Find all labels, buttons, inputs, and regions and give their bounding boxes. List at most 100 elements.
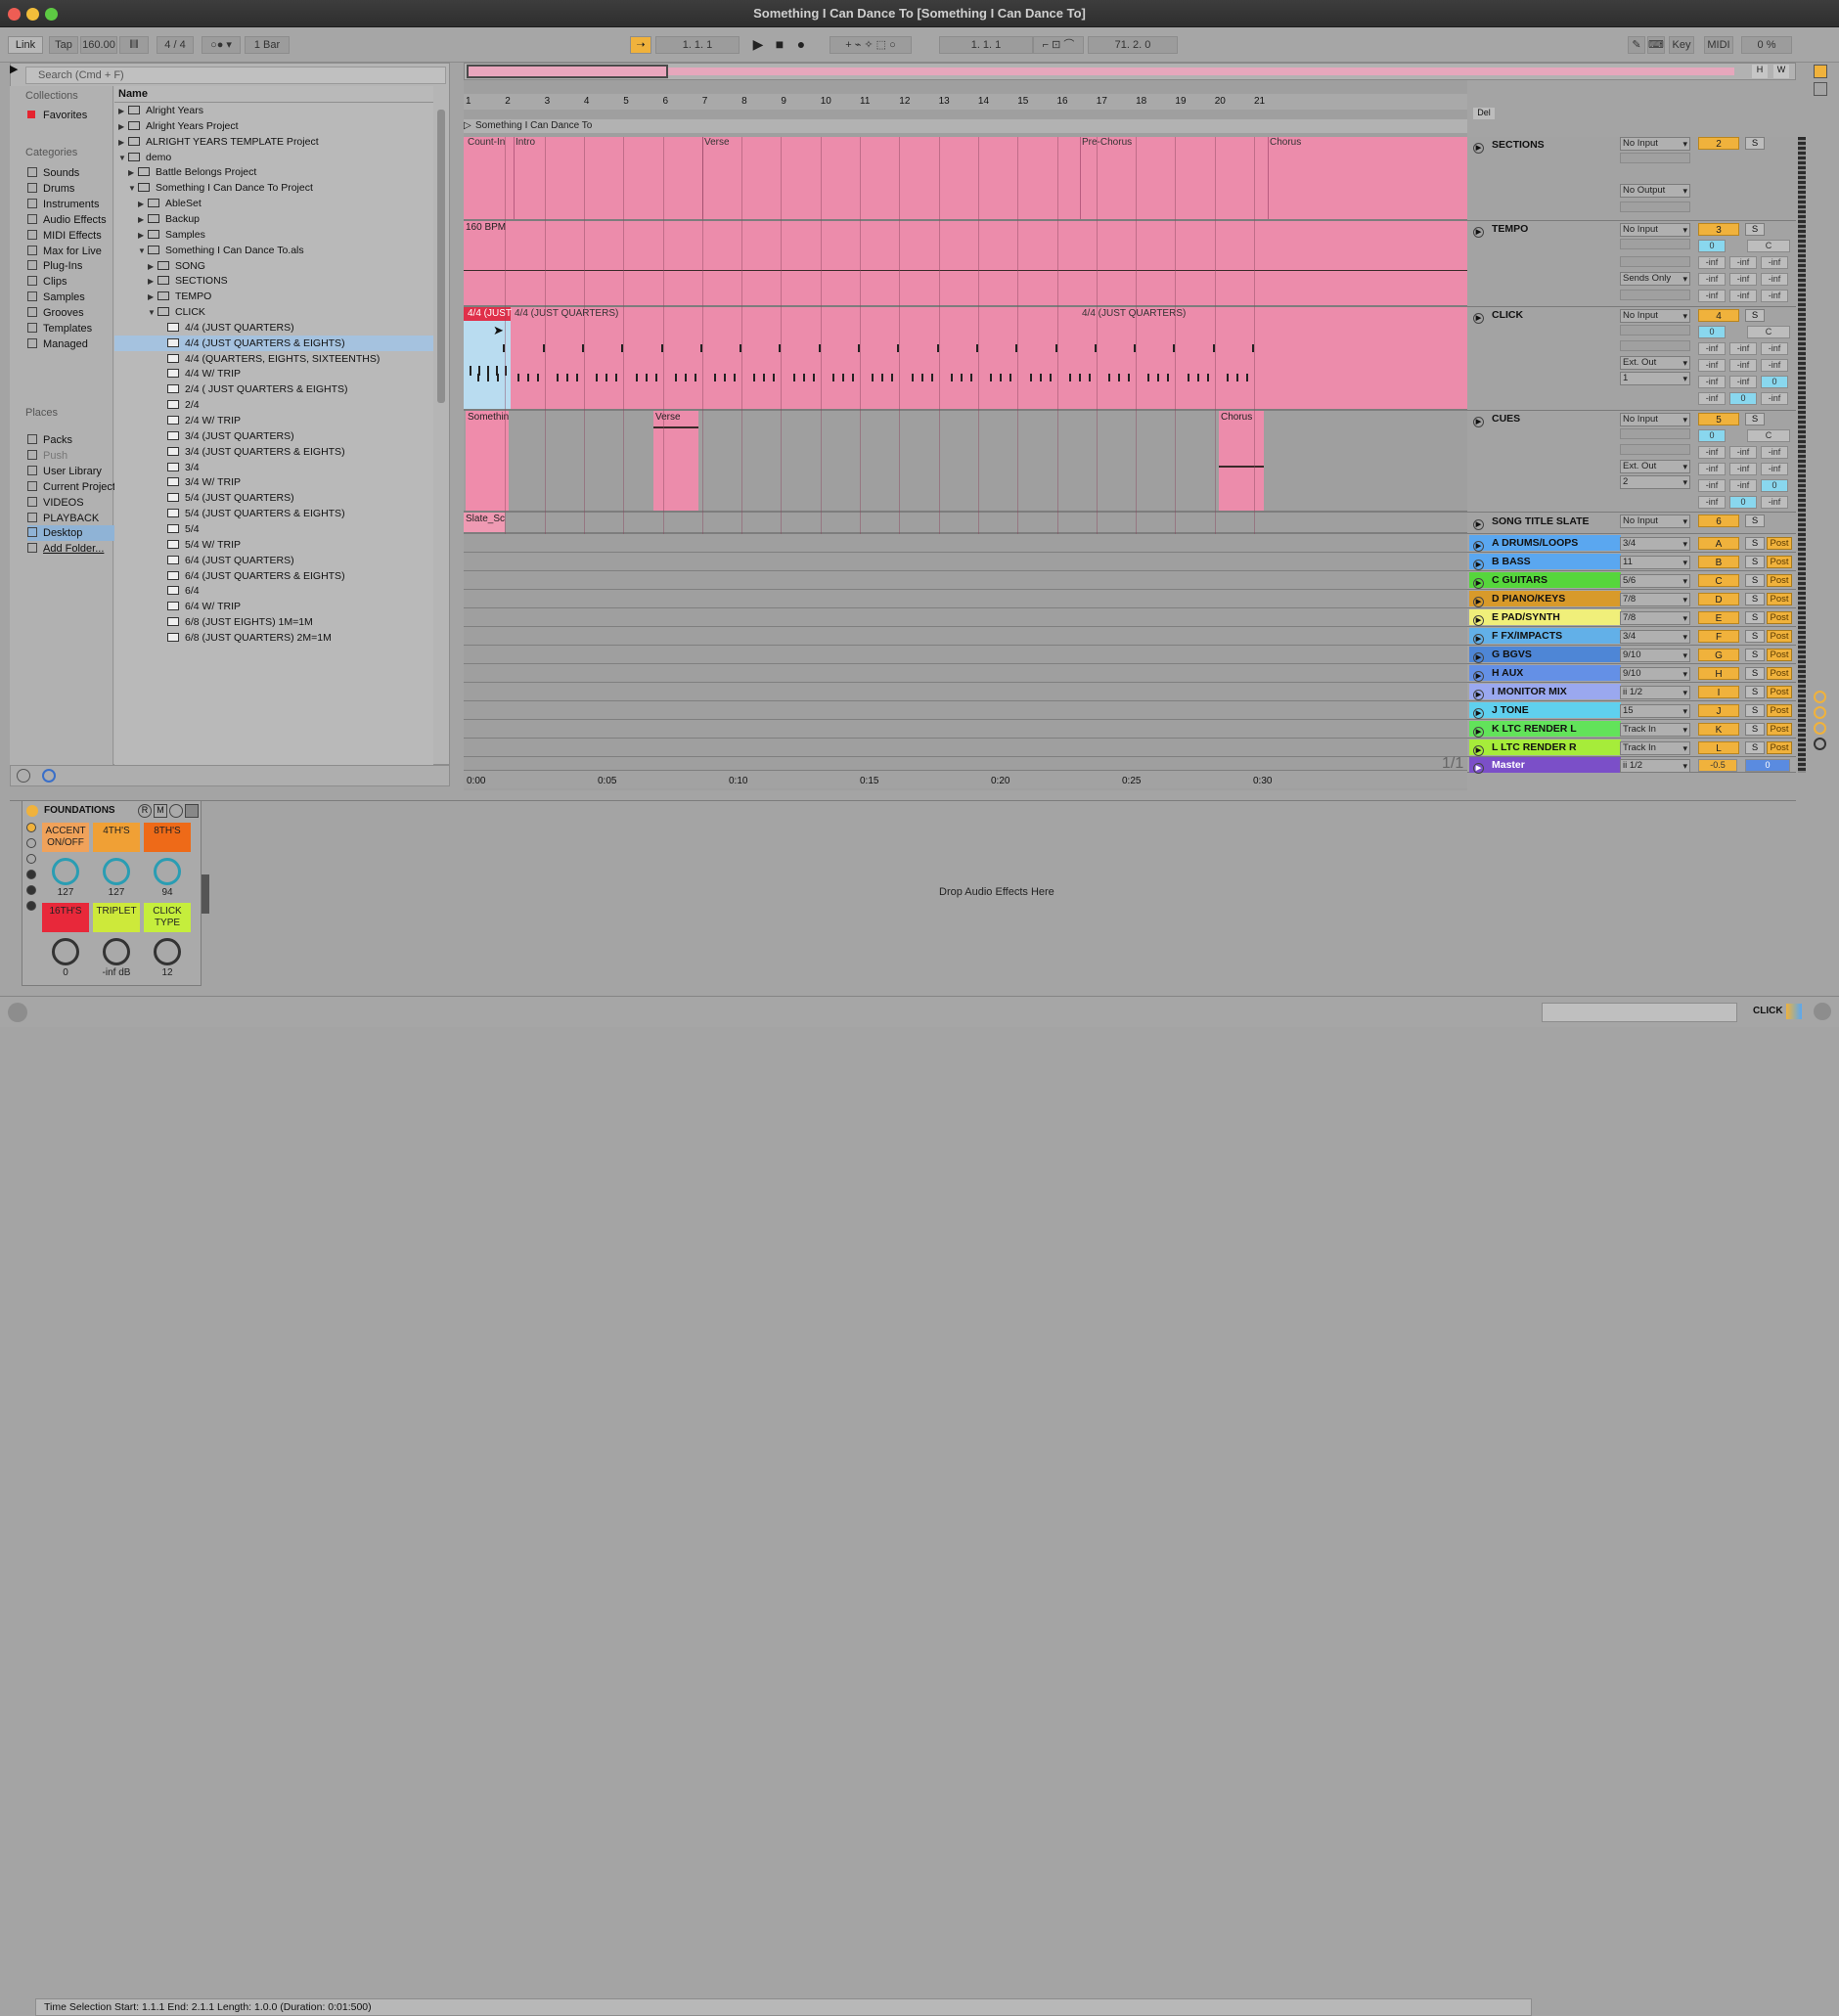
track-lane-cues[interactable] (464, 411, 1467, 513)
macro-knob-icon[interactable] (52, 938, 79, 965)
post-fader-button[interactable]: Post (1767, 667, 1792, 680)
macro-pad-8th-s[interactable]: 8TH'S (144, 823, 191, 852)
browser-row[interactable]: 4/4 W/ TRIP (114, 366, 433, 381)
fold-track-icon[interactable]: ▶ (1473, 634, 1484, 645)
browser-row[interactable]: ▼ Something I Can Dance To Project (114, 180, 433, 196)
track-activator[interactable]: H (1698, 667, 1739, 680)
expand-arrow-icon[interactable]: ▶ (118, 119, 128, 135)
browser-row[interactable]: ▼ CLICK (114, 304, 433, 320)
fold-track-icon[interactable]: ▶ (1473, 313, 1484, 324)
solo-button[interactable]: S (1745, 593, 1765, 605)
click-clip-label[interactable]: 4/4 (JUST QUARTERS) (515, 308, 618, 319)
beat-time-ruler[interactable] (464, 94, 1467, 110)
meter-value[interactable]: 0 (1729, 496, 1757, 509)
meter-value[interactable]: -inf (1698, 479, 1726, 492)
loop-start-field[interactable]: 1. 1. 1 (939, 36, 1033, 54)
meter-value[interactable]: -inf (1761, 496, 1788, 509)
sidebar-item-instruments[interactable]: Instruments (27, 197, 121, 212)
meter-value[interactable]: -inf (1729, 376, 1757, 388)
track-activator[interactable]: F (1698, 630, 1739, 643)
loop-punch-icons[interactable]: ⌐ ⊡ ⌒ (1033, 36, 1084, 54)
track-name-group-f[interactable]: ▶ F FX/IMPACTS (1469, 628, 1621, 645)
meter-value[interactable]: -inf (1698, 376, 1726, 388)
track-lane-group[interactable] (464, 739, 1467, 757)
browser-row[interactable]: 5/4 (114, 521, 433, 537)
browser-row[interactable]: 3/4 (114, 460, 433, 475)
input-routing[interactable]: No Input (1620, 515, 1690, 528)
track-name-group-i[interactable]: ▶ I MONITOR MIX (1469, 684, 1621, 700)
fold-track-icon[interactable]: ▶ (1473, 417, 1484, 427)
meter-value[interactable]: -inf (1698, 496, 1726, 509)
preview-icon[interactable] (17, 769, 30, 783)
browser-row[interactable]: 4/4 (JUST QUARTERS) (114, 320, 433, 336)
post-fader-button[interactable]: Post (1767, 556, 1792, 568)
post-fader-button[interactable]: Post (1767, 574, 1792, 587)
meter-value[interactable]: -inf (1698, 342, 1726, 355)
post-fader-button[interactable]: Post (1767, 593, 1792, 605)
expand-arrow-icon[interactable]: ▶ (138, 212, 148, 228)
track-activator[interactable]: J (1698, 704, 1739, 717)
name-column-header[interactable]: Name (114, 86, 433, 103)
track-name-group-k[interactable]: ▶ K LTC RENDER L (1469, 721, 1621, 738)
output-routing[interactable]: No Output (1620, 184, 1690, 198)
meter-value[interactable]: -inf (1698, 359, 1726, 372)
input-routing[interactable]: No Input (1620, 413, 1690, 426)
track-lane-group[interactable] (464, 683, 1467, 701)
track-name-group-a[interactable]: ▶ A DRUMS/LOOPS (1469, 535, 1621, 552)
section-clip-label[interactable]: Verse (704, 137, 730, 148)
instrument-rack[interactable]: FOUNDATIONS R M ACCENT ON/OFF 127 4TH'S 127… (22, 800, 202, 986)
master-pan[interactable]: 0 (1745, 759, 1790, 772)
meter-value[interactable]: -inf (1698, 392, 1726, 405)
sidebar-item-user-library[interactable]: User Library (27, 464, 121, 479)
hide-overview-button[interactable]: H (1752, 65, 1768, 78)
solo-button[interactable]: S (1745, 686, 1765, 698)
browser-row[interactable]: 3/4 W/ TRIP (114, 474, 433, 490)
sidebar-item-current-project[interactable]: Current Project (27, 479, 121, 495)
stop-icon[interactable]: ■ (771, 36, 788, 54)
sidebar-item-playback-pro[interactable]: PLAYBACK PRO (27, 511, 121, 540)
sidebar-item-grooves[interactable]: Grooves (27, 305, 121, 321)
click-clip[interactable] (511, 307, 1467, 409)
pan-center[interactable]: C (1747, 326, 1790, 338)
post-fader-button[interactable]: Post (1767, 611, 1792, 624)
browser-row[interactable]: 2/4 W/ TRIP (114, 413, 433, 428)
sidebar-item-add-folder-[interactable]: Add Folder... (27, 541, 121, 557)
browser-row[interactable]: ▶ ALRIGHT YEARS TEMPLATE Project (114, 134, 433, 150)
track-activator[interactable]: B (1698, 556, 1739, 568)
section-clip-label[interactable]: Count-In (468, 137, 505, 148)
locator-strip[interactable]: ▷ Something I Can Dance To (464, 119, 1467, 133)
browser-row[interactable]: ▶ TEMPO (114, 289, 433, 304)
link-button[interactable]: Link (8, 36, 43, 54)
track-activator[interactable]: 6 (1698, 515, 1739, 527)
output-routing[interactable]: Track In (1620, 741, 1690, 755)
follow-button[interactable]: ➝ (630, 36, 651, 54)
fold-track-icon[interactable]: ▶ (1473, 578, 1484, 589)
cue-clip[interactable]: Chorus (1219, 411, 1264, 511)
io-indicator-icons[interactable] (1814, 691, 1831, 759)
output-routing[interactable]: 9/10 (1620, 667, 1690, 681)
cue-clip[interactable]: Somethin (466, 411, 509, 511)
fold-track-icon[interactable]: ▶ (1473, 763, 1484, 774)
output-routing[interactable]: 7/8 (1620, 593, 1690, 606)
browser-row[interactable]: 4/4 (QUARTERS, EIGHTS, SIXTEENTHS) (114, 351, 433, 367)
track-lane-group[interactable] (464, 571, 1467, 590)
solo-button[interactable]: S (1745, 667, 1765, 680)
meter-value[interactable]: 0 (1698, 240, 1726, 252)
track-lane-group[interactable] (464, 664, 1467, 683)
meter-value[interactable]: -inf (1761, 392, 1788, 405)
midi-map-button[interactable]: MIDI (1704, 36, 1733, 54)
fold-track-icon[interactable]: ▶ (1473, 652, 1484, 663)
fold-track-icon[interactable]: ▶ (1473, 560, 1484, 570)
cue-clip[interactable]: Verse (653, 411, 698, 511)
time-signature-field[interactable]: 4 / 4 (157, 36, 194, 54)
track-lane-master[interactable] (464, 757, 1467, 771)
browser-row[interactable]: ▼ Something I Can Dance To.als (114, 243, 433, 258)
sidebar-item-midi-effects[interactable]: MIDI Effects (27, 228, 121, 244)
meter-value[interactable]: -inf (1729, 359, 1757, 372)
browser-row[interactable]: ▶ Alright Years Project (114, 118, 433, 134)
browser-row[interactable]: ▶ AbleSet (114, 196, 433, 211)
meter-value[interactable]: -inf (1729, 463, 1757, 475)
browser-row[interactable]: 6/4 (JUST QUARTERS & EIGHTS) (114, 568, 433, 584)
expand-arrow-icon[interactable]: ▶ (138, 197, 148, 212)
sidebar-item-samples[interactable]: Samples (27, 290, 121, 305)
